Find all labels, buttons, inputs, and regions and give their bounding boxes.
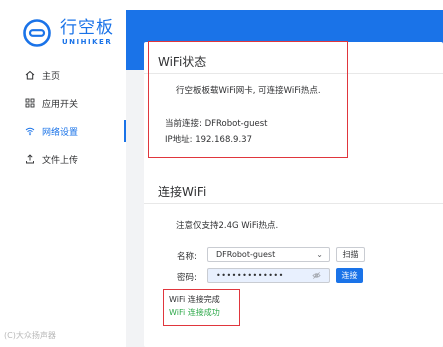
ssid-selected-value: DFRobot-guest <box>216 250 276 259</box>
grid-icon <box>24 97 36 109</box>
watermark: (C)大众扬声器 <box>4 331 56 340</box>
upload-icon <box>24 153 36 165</box>
ip-address: IP地址: 192.168.9.37 <box>165 135 252 145</box>
chevron-down-icon: ⌄ <box>316 250 323 259</box>
brand-name-cn: 行空板 <box>60 18 114 38</box>
sidebar: 行空板 UNIHIKER 主页 应用开关 网络设置 文件上传 (C)大众扬声器 <box>0 0 126 347</box>
sidebar-item-label: 主页 <box>42 71 61 82</box>
card-divider <box>144 203 443 204</box>
home-icon <box>24 69 36 81</box>
password-mask: ••••••••••••• <box>216 271 284 280</box>
wifi-icon <box>24 125 36 137</box>
card-divider <box>144 73 443 74</box>
brand-logo-icon <box>23 19 51 47</box>
sidebar-item-network[interactable]: 网络设置 <box>0 118 126 144</box>
header-band <box>126 0 443 10</box>
wifi-status-title: WiFi状态 <box>158 55 207 69</box>
password-label: 密码: <box>177 273 197 283</box>
status-connect-success: WiFi 连接成功 <box>169 308 220 317</box>
status-connect-complete: WiFi 连接完成 <box>169 295 220 304</box>
ssid-select[interactable]: DFRobot-guest ⌄ <box>207 247 330 262</box>
sidebar-item-home[interactable]: 主页 <box>0 62 126 88</box>
brand-name-en: UNIHIKER <box>62 38 113 46</box>
connect-button[interactable]: 连接 <box>336 268 363 283</box>
scan-button[interactable]: 扫描 <box>336 247 365 262</box>
brand-logo: 行空板 UNIHIKER <box>22 18 117 48</box>
sidebar-item-apps[interactable]: 应用开关 <box>0 90 126 116</box>
sidebar-item-label: 文件上传 <box>42 155 79 166</box>
password-input[interactable]: ••••••••••••• <box>207 268 330 283</box>
sidebar-item-label: 应用开关 <box>42 99 79 110</box>
wifi-status-description: 行空板板载WiFi网卡, 可连接WiFi热点. <box>176 86 321 96</box>
sidebar-nav: 主页 应用开关 网络设置 文件上传 <box>0 62 126 174</box>
current-connection: 当前连接: DFRobot-guest <box>165 119 268 129</box>
wifi-status-card: WiFi状态 <box>144 42 443 184</box>
ssid-label: 名称: <box>177 252 197 262</box>
connect-wifi-title: 连接WiFi <box>158 185 207 199</box>
eye-hidden-icon[interactable] <box>312 269 321 284</box>
sidebar-item-upload[interactable]: 文件上传 <box>0 146 126 172</box>
sidebar-item-label: 网络设置 <box>42 127 79 138</box>
wifi-note: 注意仅支持2.4G WiFi热点. <box>176 221 279 231</box>
